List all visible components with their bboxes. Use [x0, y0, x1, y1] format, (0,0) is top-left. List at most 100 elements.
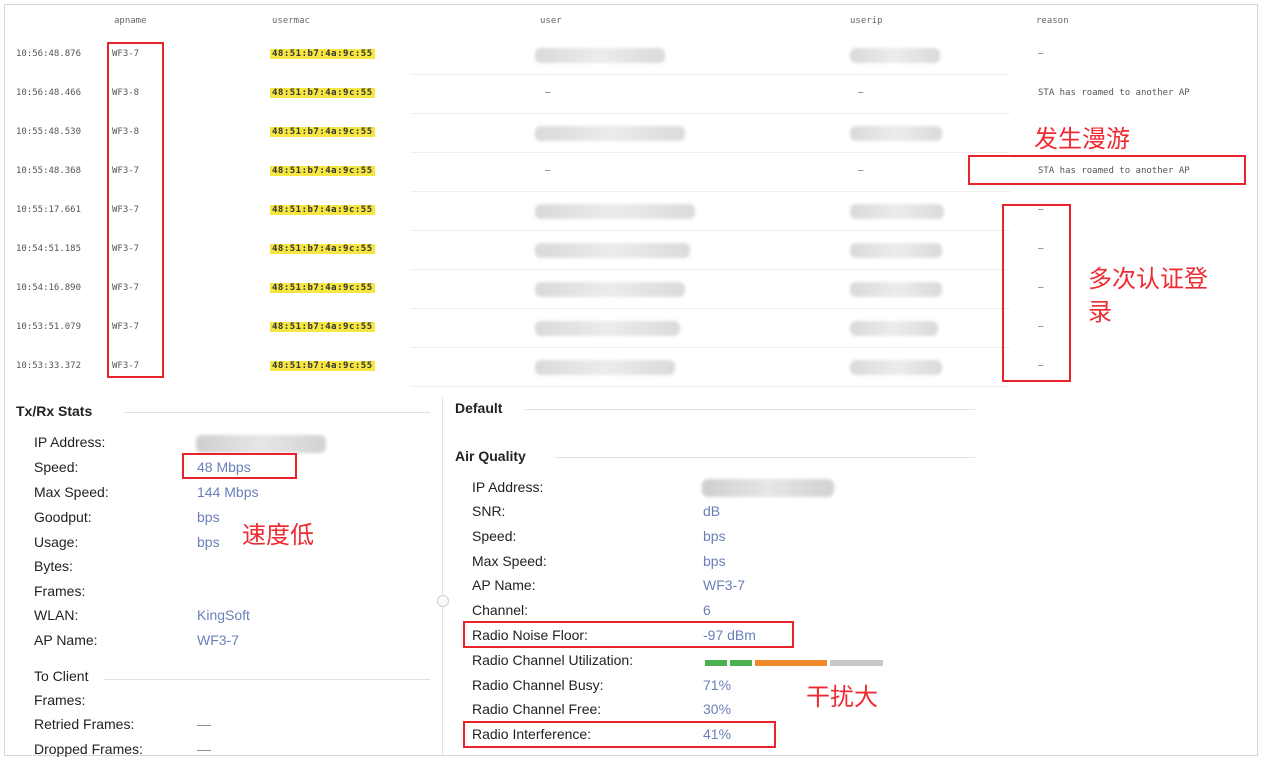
log-user: — [545, 166, 551, 176]
log-usermac: 48:51:b7:4a:9c:55 [270, 49, 375, 59]
default-title-rule [525, 409, 975, 410]
log-usermac: 48:51:b7:4a:9c:55 [270, 205, 375, 215]
txrx-speed-label: Speed: [34, 459, 79, 475]
log-table-header: apname usermac user userip reason [0, 10, 1262, 32]
air-free-label: Radio Channel Free: [472, 701, 602, 717]
log-user-redacted [535, 204, 695, 219]
air-busy-value: 71% [703, 677, 732, 693]
air-speed-label: Speed: [472, 528, 517, 544]
log-user-redacted [535, 321, 680, 336]
utilization-segment [730, 660, 752, 666]
air-channel-label: Channel: [472, 602, 529, 618]
txrx-title: Tx/Rx Stats [16, 403, 93, 419]
log-row[interactable]: 10:54:16.890 WF3-7 48:51:b7:4a:9c:55— [0, 270, 1262, 309]
log-time: 10:53:33.372 [16, 361, 82, 371]
to-client-retried-label: Retried Frames: [34, 716, 135, 732]
log-usermac: 48:51:b7:4a:9c:55 [270, 244, 375, 254]
note-interference: 干扰大 [806, 683, 878, 711]
utilization-segment [705, 660, 727, 666]
log-time: 10:56:48.466 [16, 88, 82, 98]
panel-divider[interactable] [442, 398, 443, 756]
txrx-wlan-value: KingSoft [197, 607, 250, 623]
log-row[interactable]: 10:53:51.079 WF3-7 48:51:b7:4a:9c:55— [0, 309, 1262, 348]
air-snr-value: dB [703, 503, 721, 519]
log-row[interactable]: 10:53:33.372 WF3-7 48:51:b7:4a:9c:55— [0, 348, 1262, 387]
col-userip[interactable]: userip [850, 16, 883, 26]
log-usermac: 48:51:b7:4a:9c:55 [270, 361, 375, 371]
log-reason: — [1038, 49, 1044, 59]
txrx-maxspeed-label: Max Speed: [34, 484, 109, 500]
txrx-goodput-value: bps [197, 509, 220, 525]
txrx-ip-label: IP Address: [34, 434, 106, 450]
log-usermac: 48:51:b7:4a:9c:55 [270, 283, 375, 293]
txrx-maxspeed-value: 144 Mbps [197, 484, 259, 500]
to-client-frames-label: Frames: [34, 692, 86, 708]
log-userip-redacted [850, 360, 942, 375]
log-userip-redacted [850, 243, 942, 258]
txrx-frames-label: Frames: [34, 583, 86, 599]
log-row[interactable]: 10:54:51.185 WF3-7 48:51:b7:4a:9c:55— [0, 231, 1262, 270]
air-ip-redacted [702, 479, 834, 497]
log-user-redacted [535, 360, 675, 375]
log-time: 10:54:51.185 [16, 244, 82, 254]
log-row[interactable]: 10:56:48.466 WF3-8 48:51:b7:4a:9c:55— — STA … [0, 75, 1262, 114]
txrx-bytes-label: Bytes: [34, 558, 73, 574]
resize-grip-icon[interactable] [437, 595, 449, 607]
col-user[interactable]: user [540, 16, 562, 26]
log-user-redacted [535, 243, 690, 258]
to-client-rule [104, 679, 430, 680]
log-usermac: 48:51:b7:4a:9c:55 [270, 127, 375, 137]
txrx-usage-value: bps [197, 534, 220, 550]
to-client-dropped-value: — [197, 741, 211, 757]
air-snr-label: SNR: [472, 503, 506, 519]
log-reason: STA has roamed to another AP [1038, 88, 1190, 98]
txrx-apname-label: AP Name: [34, 632, 98, 648]
log-row[interactable]: 10:56:48.876 WF3-7 48:51:b7:4a:9c:55— [0, 36, 1262, 75]
log-userip: — [858, 88, 864, 98]
reason-dash-highlight-box [1002, 204, 1071, 382]
txrx-wlan-label: WLAN: [34, 607, 79, 623]
log-row[interactable]: 10:55:17.661 WF3-7 48:51:b7:4a:9c:55— [0, 192, 1262, 231]
log-time: 10:53:51.079 [16, 322, 82, 332]
log-user: — [545, 88, 551, 98]
log-user-redacted [535, 126, 685, 141]
note-multi-auth-line2: 录 [1088, 298, 1112, 326]
interference-highlight-box [463, 721, 776, 748]
log-usermac: 48:51:b7:4a:9c:55 [270, 166, 375, 176]
utilization-segment [755, 660, 827, 666]
air-channel-value: 6 [703, 602, 711, 618]
txrx-goodput-label: Goodput: [34, 509, 92, 525]
to-client-dropped-label: Dropped Frames: [34, 741, 143, 757]
row-separator [410, 386, 1010, 387]
air-maxspeed-value: bps [703, 553, 726, 569]
air-speed-value: bps [703, 528, 726, 544]
log-user-redacted [535, 48, 665, 63]
air-ip-label: IP Address: [472, 479, 544, 495]
log-time: 10:55:48.368 [16, 166, 82, 176]
log-userip-redacted [850, 321, 938, 336]
noise-floor-highlight-box [463, 621, 794, 648]
log-time: 10:54:16.890 [16, 283, 82, 293]
air-busy-label: Radio Channel Busy: [472, 677, 604, 693]
air-maxspeed-label: Max Speed: [472, 553, 547, 569]
log-userip-redacted [850, 204, 944, 219]
default-title: Default [455, 400, 503, 416]
to-client-title: To Client [34, 668, 89, 684]
txrx-ip-redacted [196, 435, 326, 453]
col-apname[interactable]: apname [114, 16, 147, 26]
air-utilization-label: Radio Channel Utilization: [472, 652, 634, 668]
log-time: 10:55:48.530 [16, 127, 82, 137]
col-usermac[interactable]: usermac [272, 16, 310, 26]
note-low-speed: 速度低 [242, 521, 314, 549]
note-roaming: 发生漫游 [1034, 125, 1130, 153]
log-user-redacted [535, 282, 685, 297]
txrx-usage-label: Usage: [34, 534, 79, 550]
col-reason[interactable]: reason [1036, 16, 1069, 26]
apname-highlight-box [107, 42, 164, 378]
log-userip-redacted [850, 48, 940, 63]
txrx-apname-value: WF3-7 [197, 632, 239, 648]
log-userip: — [858, 166, 864, 176]
air-quality-rule [555, 457, 975, 458]
log-userip-redacted [850, 126, 942, 141]
air-quality-title: Air Quality [455, 448, 526, 464]
